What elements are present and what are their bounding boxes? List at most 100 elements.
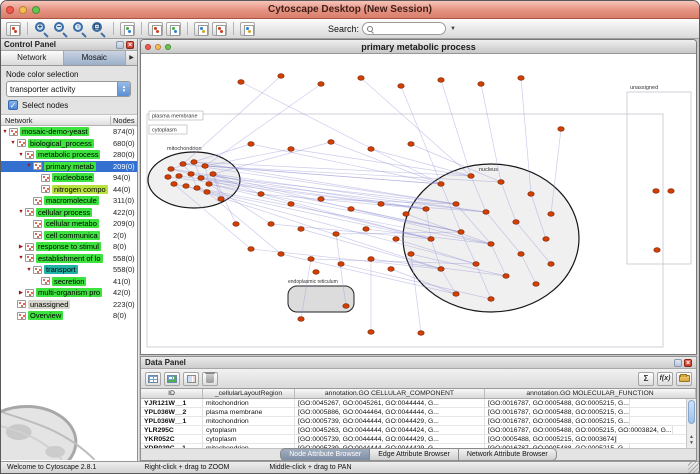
graph-node[interactable] [358, 76, 364, 81]
graph-node[interactable] [503, 274, 509, 279]
graph-node[interactable] [548, 212, 554, 217]
tree-row[interactable]: nucleobase94(0) [1, 172, 137, 184]
graph-node[interactable] [348, 207, 354, 212]
graph-node[interactable] [548, 262, 554, 267]
graph-node[interactable] [308, 257, 314, 262]
graph-node[interactable] [543, 237, 549, 242]
graph-node[interactable] [654, 248, 660, 253]
graph-node[interactable] [210, 172, 216, 177]
graph-node[interactable] [368, 147, 374, 152]
graph-node[interactable] [468, 174, 474, 179]
disclosure-triangle-icon[interactable]: ▼ [17, 255, 25, 261]
graph-node[interactable] [428, 237, 434, 242]
disclosure-triangle-icon[interactable]: ▼ [1, 129, 9, 135]
graph-node[interactable] [248, 247, 254, 252]
graph-node[interactable] [458, 230, 464, 235]
graph-node[interactable] [258, 192, 264, 197]
tree-row[interactable]: Overview8(0) [1, 310, 137, 322]
disclosure-triangle-icon[interactable]: ▼ [9, 140, 17, 146]
graph-node[interactable] [438, 267, 444, 272]
graph-node[interactable] [278, 252, 284, 257]
graph-node[interactable] [180, 162, 186, 167]
graph-node[interactable] [288, 147, 294, 152]
graph-node[interactable] [183, 184, 189, 189]
column-header[interactable]: annotation.GO MOLECULAR_FUNCTION [485, 389, 696, 398]
graph-node[interactable] [483, 210, 489, 215]
graph-node[interactable] [298, 317, 304, 322]
trash-icon[interactable] [202, 372, 218, 386]
table-row[interactable]: YJR121W__1mitochondrion[GO:0045267, GO:0… [141, 399, 696, 408]
graph-node[interactable] [438, 182, 444, 187]
tab-network-attribute-browser[interactable]: Network Attribute Browser [459, 448, 557, 461]
graph-node[interactable] [533, 282, 539, 287]
graph-node[interactable] [368, 330, 374, 335]
graph-node[interactable] [528, 192, 534, 197]
tab-network[interactable]: Network [1, 51, 64, 65]
tree-row[interactable]: ▶multi-organism pro42(0) [1, 287, 137, 299]
float-panel-icon[interactable] [116, 41, 124, 49]
node-color-dropdown[interactable]: transporter activity ▲▼ [6, 81, 131, 97]
graph-node[interactable] [188, 172, 194, 177]
search-input[interactable] [375, 24, 435, 33]
graph-node[interactable] [176, 174, 182, 179]
tree-row[interactable]: nitrogen compo44(0) [1, 184, 137, 196]
table-row[interactable]: YPL036W__1mitochondrion[GO:0005739, GO:0… [141, 417, 696, 426]
table-row[interactable]: YPL036W__2plasma membrane[GO:0005886, GO… [141, 408, 696, 417]
graph-node[interactable] [558, 127, 564, 132]
import-attributes-folder-icon[interactable] [676, 372, 692, 386]
new-network-from-selection-icon[interactable] [166, 22, 181, 36]
graph-node[interactable] [453, 202, 459, 207]
window-titlebar[interactable]: Cytoscape Desktop (New Session) [1, 1, 699, 19]
tree-row[interactable]: ▼biological_process680(0) [1, 138, 137, 150]
graph-node[interactable] [418, 331, 424, 336]
zoom-in-icon[interactable]: + [34, 21, 50, 37]
disclosure-triangle-icon[interactable]: ▼ [25, 163, 33, 169]
graph-node[interactable] [171, 182, 177, 187]
column-header[interactable]: annotation.GO CELLULAR_COMPONENT [295, 389, 485, 398]
birds-eye-view[interactable] [1, 371, 136, 461]
tab-edge-attribute-browser[interactable]: Edge Attribute Browser [370, 448, 459, 461]
graph-node[interactable] [398, 84, 404, 89]
graph-node[interactable] [518, 252, 524, 257]
graph-node[interactable] [298, 227, 304, 232]
graph-node[interactable] [278, 74, 284, 79]
disclosure-triangle-icon[interactable]: ▼ [17, 209, 25, 215]
graph-node[interactable] [313, 270, 319, 275]
zoom-fit-icon[interactable]: ⊡ [91, 21, 107, 37]
graph-node[interactable] [423, 207, 429, 212]
tree-row[interactable]: cell communica2(0) [1, 230, 137, 242]
graph-node[interactable] [518, 76, 524, 81]
graph-node[interactable] [165, 175, 171, 180]
disclosure-triangle-icon[interactable]: ▼ [17, 152, 25, 158]
snapshot-icon[interactable] [120, 22, 135, 36]
close-panel-icon[interactable]: × [126, 41, 134, 49]
import-network-icon[interactable] [6, 22, 21, 36]
tab-overflow-icon[interactable]: ▶ [126, 51, 137, 65]
graph-node[interactable] [318, 197, 324, 202]
tree-row[interactable]: ▼establishment of lo558(0) [1, 253, 137, 265]
function-builder-icon[interactable]: f(x) [657, 372, 673, 386]
graph-node[interactable] [378, 202, 384, 207]
tree-column-network[interactable]: Network [1, 116, 110, 125]
column-header[interactable]: _cellularLayoutRegion [203, 389, 295, 398]
tree-row[interactable]: ▼mosaic-demo-yeast874(0) [1, 126, 137, 138]
graph-node[interactable] [343, 304, 349, 309]
search-options-dropdown-icon[interactable]: ▼ [450, 26, 456, 32]
tree-row[interactable]: ▼metabolic process280(0) [1, 149, 137, 161]
resize-grip[interactable] [688, 462, 699, 473]
graph-node[interactable] [198, 176, 204, 181]
disclosure-triangle-icon[interactable]: ▼ [25, 267, 33, 273]
tree-row[interactable]: ▼primary metab209(0) [1, 161, 137, 173]
tree-row[interactable]: ▼cellular process422(0) [1, 207, 137, 219]
network-window-titlebar[interactable]: primary metabolic process [141, 40, 696, 54]
graph-node[interactable] [488, 242, 494, 247]
disclosure-triangle-icon[interactable]: ▶ [17, 244, 25, 250]
tree-row[interactable]: cellular metabo209(0) [1, 218, 137, 230]
scrollbar-thumb[interactable] [688, 400, 695, 424]
plugins-icon[interactable] [240, 22, 255, 36]
graph-node[interactable] [204, 190, 210, 195]
annotation-icon[interactable] [194, 22, 209, 36]
graph-node[interactable] [333, 232, 339, 237]
search-input-wrap[interactable] [362, 22, 446, 35]
vizmapper-icon[interactable] [212, 22, 227, 36]
